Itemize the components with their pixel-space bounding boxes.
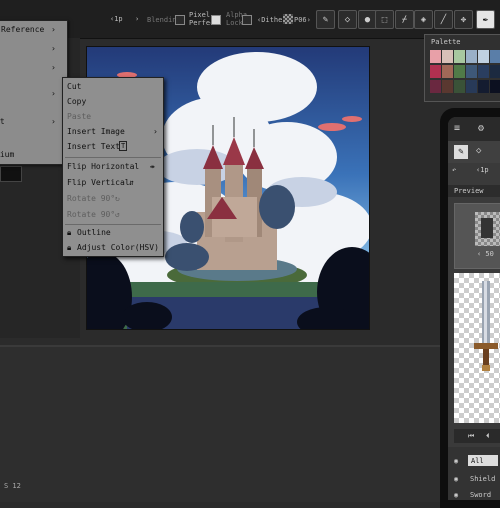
rotate-cw-icon: ↻ (115, 194, 120, 203)
palette-swatch[interactable] (442, 80, 453, 93)
menu-item-adjust-color[interactable]: Adjust Color(HSV) (77, 243, 159, 252)
preview-thumbnail (475, 212, 500, 246)
skip-start-icon[interactable]: ⏮ (468, 432, 474, 441)
preview-panel: ‹ 50 (454, 203, 500, 269)
eye-icon[interactable]: ◉ (454, 475, 458, 483)
palette-swatch[interactable] (490, 50, 500, 63)
menu-icon[interactable]: ≡ (454, 123, 460, 134)
menu-item-flip-horizontal[interactable]: Flip Horizontal (67, 162, 139, 171)
pencil-icon[interactable]: ✎ (454, 145, 468, 159)
layer-filter[interactable]: All (468, 455, 498, 466)
frame-label[interactable]: ‹1p (476, 166, 489, 174)
step-back-icon[interactable]: ⏴ (486, 432, 490, 441)
menu-item-insert-image[interactable]: Insert Image (67, 127, 125, 136)
timeline-panel (0, 345, 500, 502)
lock-icon: 🔒︎ (67, 243, 72, 252)
chevron-right-icon[interactable]: › (51, 89, 56, 98)
menu-item-reference[interactable]: Reference (1, 25, 44, 34)
palette-swatch[interactable] (454, 80, 465, 93)
eye-icon[interactable]: ◉ (454, 457, 458, 465)
menu-item-copy[interactable]: Copy (67, 97, 86, 106)
menu-item-rotate-cw: Rotate 90° (67, 194, 116, 203)
palette-swatch[interactable] (454, 65, 465, 78)
palette-swatch[interactable] (466, 50, 477, 63)
rotate-ccw-icon: ↺ (115, 210, 120, 219)
dither-value[interactable]: P06› (294, 16, 311, 24)
dither-pattern-icon[interactable] (283, 14, 293, 24)
context-menu-main: Reference › › › › › rt mium (0, 20, 68, 165)
palette-swatch[interactable] (430, 80, 441, 93)
layer-name[interactable]: Shield (470, 475, 495, 483)
palette-swatch[interactable] (490, 65, 500, 78)
menu-item-flip-vertical[interactable]: Flip Vertical (67, 178, 130, 187)
palette-swatch[interactable] (430, 50, 441, 63)
undo-icon[interactable]: ↶ (452, 166, 456, 174)
chevron-right-icon[interactable]: › (51, 117, 56, 126)
palette-panel: Palette (424, 34, 500, 102)
chevron-right-icon: › (153, 127, 158, 136)
pen-tool-icon[interactable]: ✒ (476, 10, 495, 29)
chevron-right-icon[interactable]: › (51, 44, 56, 53)
selection-icon[interactable]: ⬚ (375, 10, 394, 29)
palette-swatch[interactable] (466, 65, 477, 78)
menu-separator (65, 224, 161, 225)
palette-swatch[interactable] (490, 80, 500, 93)
flip-vertical-icon: ⇵ (129, 178, 134, 187)
playback-bar: ⏮ ⏴ (454, 429, 500, 443)
pixel-perfect-checkbox[interactable] (211, 15, 221, 25)
palette-swatch[interactable] (430, 65, 441, 78)
alpha-lock-checkbox[interactable] (242, 15, 252, 25)
palette-swatch[interactable] (454, 50, 465, 63)
menu-separator (65, 157, 161, 158)
phone-tools: ✎ ◇ (448, 141, 500, 163)
menu-item-premium[interactable]: mium (0, 150, 14, 159)
phone-screen: ≡ ⚙ ✎ ◇ ↶ ‹1p Preview ‹ 50 ⏮ ⏴ ◉ All ◉ S… (448, 117, 500, 500)
menu-item-cut[interactable]: Cut (67, 82, 81, 91)
palette-swatch[interactable] (442, 65, 453, 78)
settings-icon[interactable]: ⚙ (478, 123, 484, 134)
fill-bucket-icon[interactable]: ◈ (414, 10, 433, 29)
pencil-icon[interactable]: ✎ (316, 10, 335, 29)
menu-item-outline[interactable]: Outline (77, 228, 111, 237)
palette-swatch[interactable] (478, 80, 489, 93)
knight-sprite (481, 218, 493, 238)
eyedropper-icon[interactable]: ⌿ (395, 10, 414, 29)
preview-header: Preview (448, 185, 500, 197)
sword-sprite (474, 281, 498, 371)
layers-panel: ◉ All ◉ Shield ◉ Sword (448, 447, 500, 500)
sprite-canvas[interactable] (454, 273, 500, 423)
palette-swatch[interactable] (478, 50, 489, 63)
blending-checkbox[interactable] (175, 15, 185, 25)
eye-icon[interactable]: ◉ (454, 491, 458, 499)
color-swatch[interactable] (0, 166, 22, 182)
menu-item-rotate-ccw: Rotate 90° (67, 210, 116, 219)
move-icon[interactable]: ✥ (454, 10, 473, 29)
preview-label: Preview (454, 187, 484, 195)
eraser-icon[interactable]: ◇ (476, 146, 481, 156)
text-tool-icon: T (119, 141, 128, 151)
palette-swatch[interactable] (466, 80, 477, 93)
layer-name[interactable]: Sword (470, 491, 491, 499)
frame-next-button[interactable]: › (135, 15, 139, 23)
menu-item-paste: Paste (67, 112, 92, 121)
flip-horizontal-icon: ⇹ (150, 162, 155, 171)
palette-swatch[interactable] (442, 50, 453, 63)
eraser-icon[interactable]: ◇ (338, 10, 357, 29)
status-text: S 12 (4, 482, 21, 490)
context-menu-edit: Cut Copy Paste Insert Image › Insert Tex… (62, 77, 164, 257)
palette-title: Palette (431, 38, 461, 46)
phone-toolbar: ≡ ⚙ (448, 117, 500, 141)
zoom-value[interactable]: ‹ 50 (477, 250, 494, 258)
menu-item-export[interactable]: rt (0, 117, 5, 126)
menu-item-insert-text[interactable]: Insert Text (67, 142, 120, 151)
chevron-right-icon[interactable]: › (51, 63, 56, 72)
chevron-right-icon: › (51, 25, 56, 34)
lock-icon: 🔒︎ (67, 228, 72, 237)
palette-swatch[interactable] (478, 65, 489, 78)
frame-selector[interactable]: ‹1p (110, 15, 123, 23)
line-icon[interactable]: ╱ (434, 10, 453, 29)
